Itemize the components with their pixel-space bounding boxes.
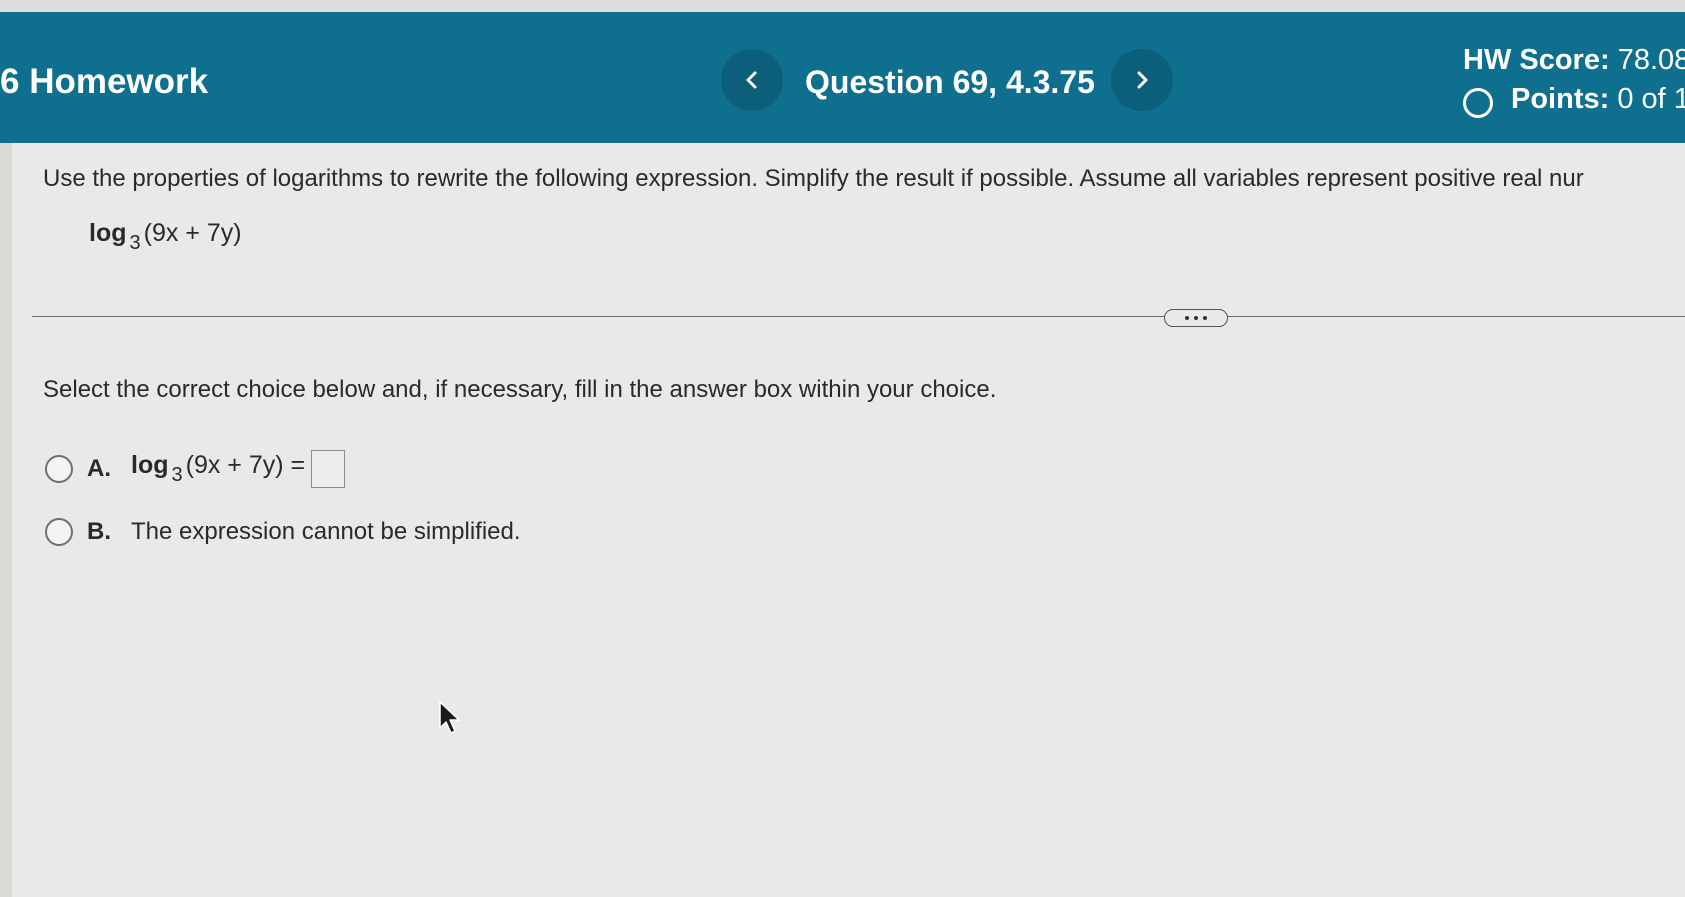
choice-a-base: 3	[171, 464, 183, 486]
points-status-icon	[1463, 88, 1493, 118]
left-border	[0, 143, 12, 897]
choice-b-text: The expression cannot be simplified.	[131, 518, 521, 545]
homework-title: 6 Homework	[0, 62, 209, 101]
ellipsis-icon	[1185, 316, 1207, 320]
points-label: Points:	[1511, 82, 1610, 115]
choice-a-letter: A.	[87, 455, 111, 482]
answer-input-box[interactable]	[311, 450, 346, 488]
expression-function: log	[89, 219, 127, 247]
choice-a-argument: (9x + 7y) =	[185, 451, 306, 479]
select-instruction: Select the correct choice below and, if …	[43, 376, 997, 403]
next-question-button[interactable]	[1111, 49, 1173, 111]
section-divider	[32, 316, 1685, 317]
header-bar: 6 Homework Question 69, 4.3.75 HW Score:…	[0, 12, 1685, 143]
choice-a-function: log	[131, 451, 169, 479]
previous-question-button[interactable]	[721, 49, 783, 111]
choice-b[interactable]: B. The expression cannot be simplified.	[45, 518, 521, 546]
choice-a[interactable]: A. log 3 (9x + 7y) =	[45, 450, 346, 488]
hw-score: HW Score: 78.08	[1463, 44, 1685, 77]
hw-score-value: 78.08	[1617, 44, 1685, 76]
question-instructions: Use the properties of logarithms to rewr…	[43, 165, 1584, 192]
points: Points: 0 of 1	[1463, 80, 1685, 118]
choice-a-radio[interactable]	[45, 455, 73, 483]
question-title: Question 69, 4.3.75	[805, 64, 1095, 100]
mouse-cursor-icon	[438, 700, 462, 741]
chevron-right-icon	[1137, 71, 1148, 89]
browser-top-strip	[0, 0, 1685, 12]
chevron-left-icon	[746, 71, 757, 89]
choice-a-expression: log 3 (9x + 7y) =	[131, 451, 305, 487]
expression-base: 3	[129, 232, 141, 254]
choice-b-letter: B.	[87, 518, 111, 545]
hw-score-label: HW Score:	[1463, 44, 1610, 76]
expand-more-button[interactable]	[1164, 309, 1228, 327]
points-value: 0 of 1	[1617, 82, 1685, 115]
expression-argument: (9x + 7y)	[143, 219, 242, 247]
question-expression: log 3 (9x + 7y)	[89, 219, 242, 255]
choice-b-radio[interactable]	[45, 518, 73, 546]
